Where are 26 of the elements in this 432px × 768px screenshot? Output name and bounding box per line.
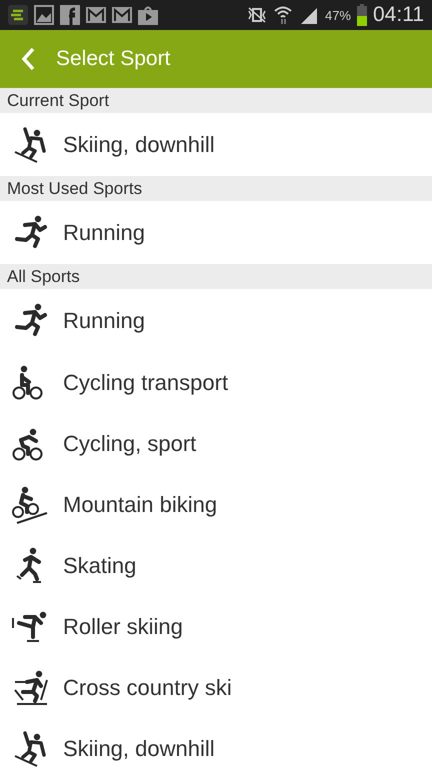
sport-item[interactable]: Running [0, 289, 432, 352]
screen-title: Select Sport [56, 47, 170, 71]
sport-item[interactable]: Cycling, sport [0, 413, 432, 474]
sport-item[interactable]: Roller skiing [0, 596, 432, 657]
image-icon [34, 5, 54, 25]
section-title: Current Sport [7, 90, 110, 110]
facebook-icon [60, 5, 80, 25]
vibrate-icon [246, 5, 267, 25]
wifi-icon [272, 5, 293, 25]
back-button[interactable] [20, 46, 36, 72]
section-title: All Sports [7, 266, 80, 286]
clock: 04:11 [373, 3, 424, 27]
sport-item[interactable]: Running [0, 201, 432, 264]
battery-percent: 47% [324, 8, 351, 22]
sport-item[interactable]: Cross country ski [0, 657, 432, 718]
battery-icon [357, 4, 367, 26]
mail-icon [112, 5, 132, 25]
sport-item[interactable]: Skating [0, 535, 432, 596]
sport-item[interactable]: Cycling transport [0, 352, 432, 413]
sport-item[interactable]: Skiing, downhill [0, 718, 432, 768]
sport-item[interactable]: Mountain biking [0, 474, 432, 535]
section-title: Most Used Sports [7, 178, 142, 198]
mail-icon [86, 5, 106, 25]
store-icon [138, 5, 158, 25]
app-icon [8, 5, 28, 25]
sport-item[interactable]: Skiing, downhill [0, 113, 432, 176]
